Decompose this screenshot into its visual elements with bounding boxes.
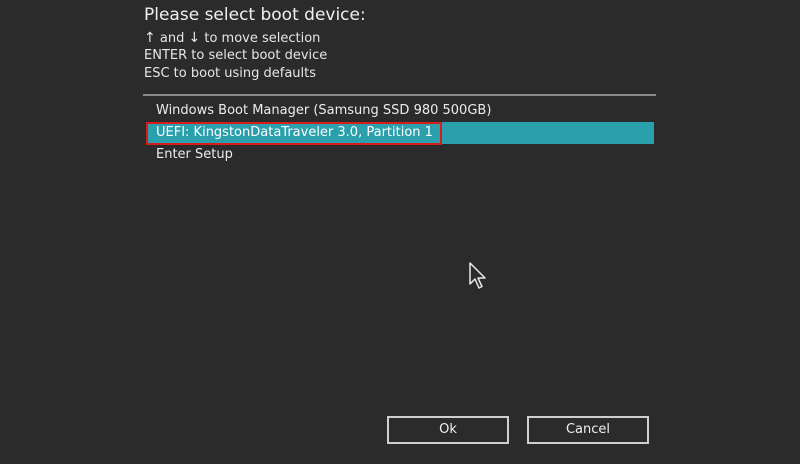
boot-menu-screen: Please select boot device: ↑ and ↓ to mo… [0, 0, 800, 464]
hint-move-text: to move selection [204, 31, 321, 46]
mouse-pointer-icon [469, 262, 486, 289]
up-arrow-icon: ↑ [144, 30, 156, 46]
boot-device-label: UEFI: KingstonDataTraveler 3.0, Partitio… [156, 125, 433, 140]
hint-and-text: and [159, 31, 185, 46]
cancel-button[interactable]: Cancel [527, 416, 649, 444]
boot-device-windows-boot-manager[interactable]: Windows Boot Manager (Samsung SSD 980 50… [146, 100, 654, 122]
boot-device-label: Enter Setup [156, 147, 233, 162]
boot-device-list: Windows Boot Manager (Samsung SSD 980 50… [146, 100, 654, 166]
hint-enter-select: ENTER to select boot device [144, 48, 328, 63]
boot-device-uefi-kingston[interactable]: UEFI: KingstonDataTraveler 3.0, Partitio… [146, 122, 654, 145]
boot-device-enter-setup[interactable]: Enter Setup [146, 144, 654, 166]
ok-button[interactable]: Ok [387, 416, 509, 444]
page-title: Please select boot device: [144, 5, 366, 25]
hint-move-selection: ↑ and ↓ to move selection [144, 30, 320, 46]
hint-esc-defaults: ESC to boot using defaults [144, 66, 317, 81]
boot-device-label: Windows Boot Manager (Samsung SSD 980 50… [156, 103, 492, 118]
down-arrow-icon: ↓ [188, 30, 201, 46]
divider [143, 94, 656, 96]
